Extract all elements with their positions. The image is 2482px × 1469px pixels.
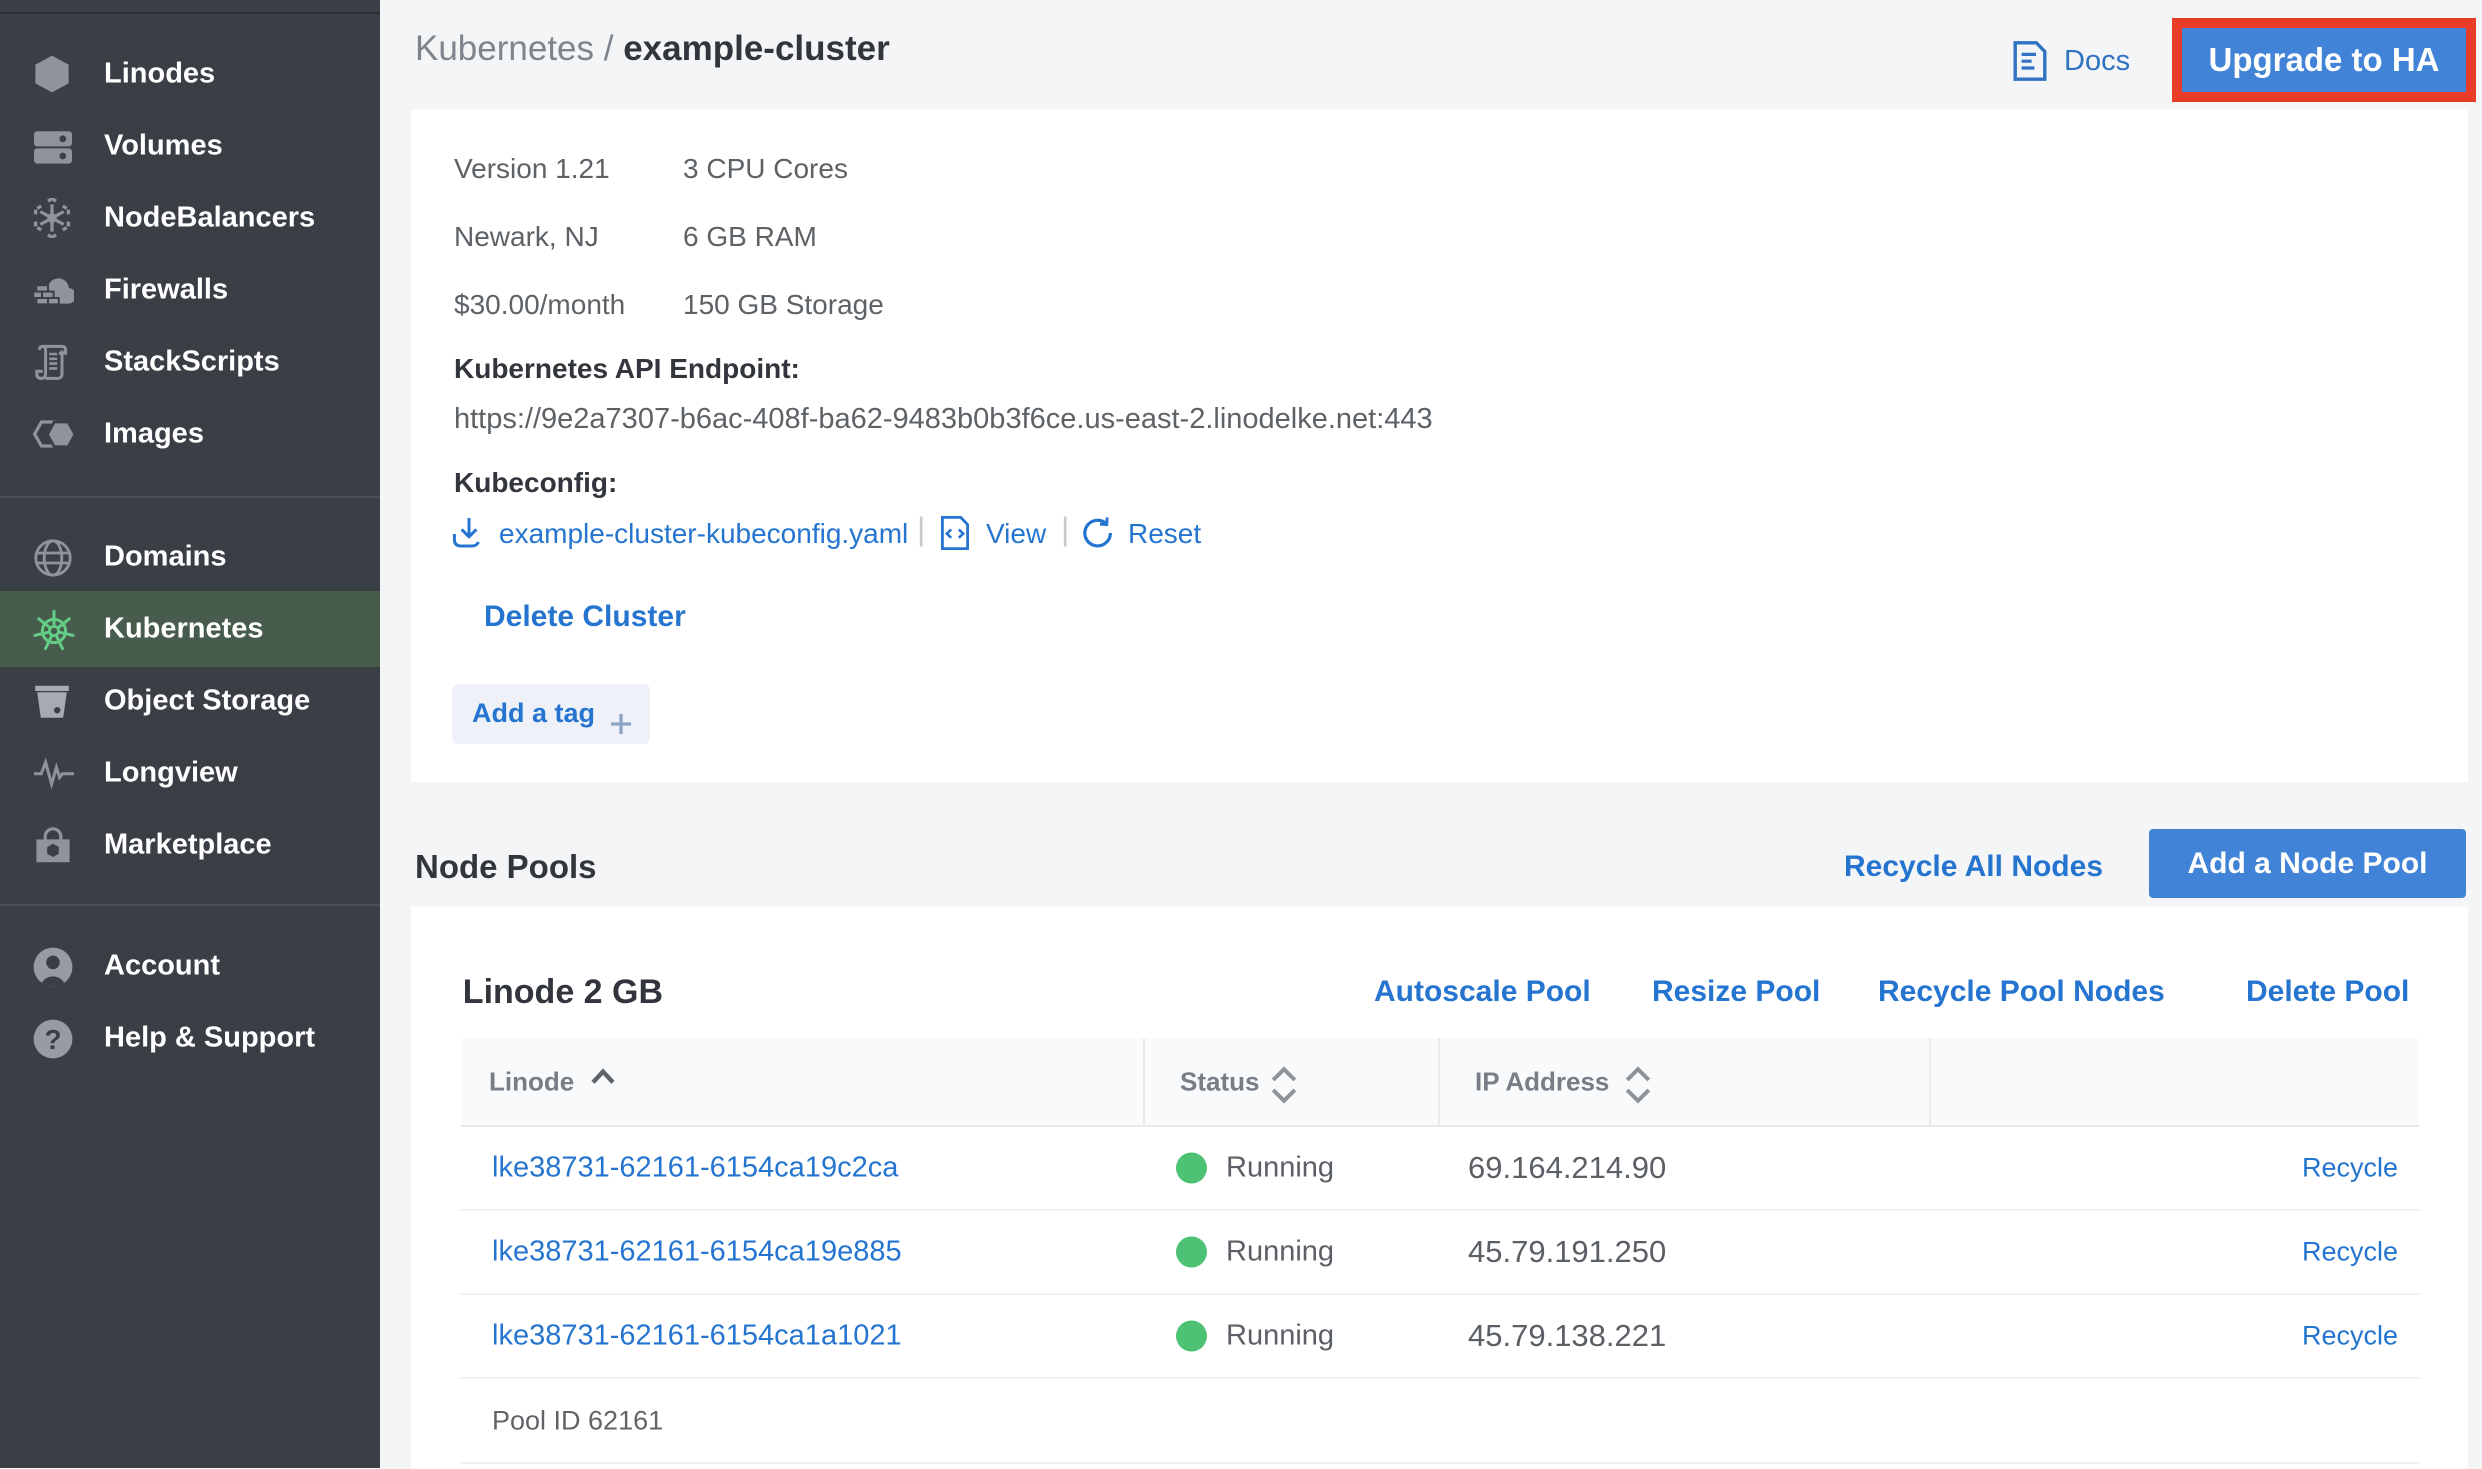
- svg-text:?: ?: [44, 1024, 61, 1055]
